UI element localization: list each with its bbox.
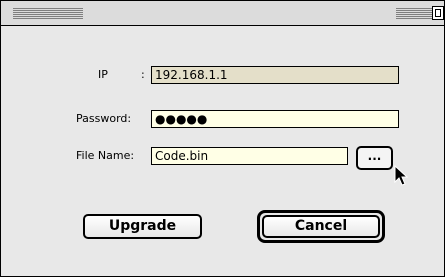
ip-field[interactable]: 192.168.1.1: [151, 66, 399, 84]
password-field[interactable]: ●●●●●: [151, 110, 399, 128]
upgrade-dialog: IP : 192.168.1.1 Password: ●●●●● File Na…: [0, 0, 445, 277]
ip-colon: :: [141, 68, 145, 81]
cancel-button[interactable]: Cancel: [262, 215, 380, 238]
filename-field[interactable]: Code.bin: [151, 147, 348, 165]
title-bar[interactable]: [1, 1, 444, 26]
title-bar-stripes-right: [396, 8, 436, 19]
arrow-cursor-icon: [394, 165, 409, 186]
title-bar-stripes-left: [13, 8, 83, 19]
upgrade-button[interactable]: Upgrade: [83, 214, 202, 239]
zoom-box-icon[interactable]: [432, 6, 444, 20]
filename-label: File Name:: [76, 149, 135, 162]
password-label: Password:: [76, 112, 132, 125]
ip-label: IP: [98, 68, 108, 81]
browse-button[interactable]: ...: [356, 146, 393, 170]
